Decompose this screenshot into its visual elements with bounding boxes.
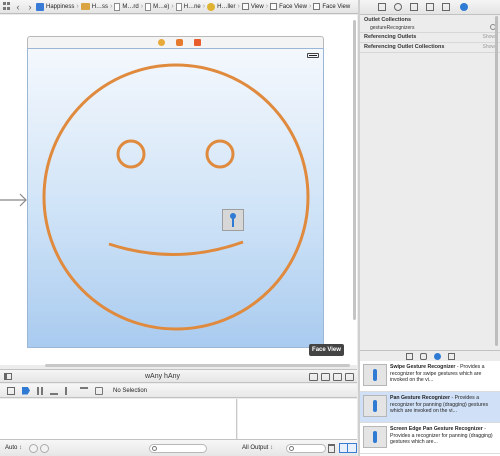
selection-label: No Selection: [113, 387, 148, 394]
crumb-project[interactable]: Happiness ›: [36, 2, 81, 11]
selection-tooltip: Face View: [309, 344, 344, 356]
pause-icon[interactable]: [37, 386, 43, 395]
referencing-outlet-collections-heading: Referencing Outlet Collections: [364, 44, 445, 50]
swipe-gesture-icon: [363, 364, 387, 386]
code-snippet-library-icon[interactable]: [420, 353, 427, 360]
divider: [360, 52, 500, 53]
outlet-collection-item: gestureRecognizers: [370, 25, 415, 31]
library-item-text: Swipe Gesture Recognizer - Provides a re…: [390, 364, 485, 383]
step-out-icon[interactable]: [80, 386, 88, 395]
crumb-view[interactable]: View ›: [241, 3, 270, 10]
mouth: [108, 240, 244, 256]
console-output-select[interactable]: All Output: [242, 445, 273, 451]
canvas-vertical-scrollbar[interactable]: [353, 20, 356, 320]
resizing-behavior-icon[interactable]: [345, 373, 354, 381]
left-eye: [116, 139, 146, 169]
library-item-swipe-gesture[interactable]: Swipe Gesture Recognizer - Provides a re…: [360, 361, 500, 392]
folder-icon: [80, 3, 90, 10]
library-item-screen-edge-pan-gesture[interactable]: Screen Edge Pan Gesture Recognizer - Pro…: [360, 423, 500, 454]
canvas-horizontal-scrollbar[interactable]: [45, 364, 350, 367]
view-hierarchy-icon[interactable]: [95, 386, 103, 395]
screen-edge-pan-gesture-icon: [363, 426, 387, 448]
inspector-selector-bar: [360, 0, 500, 15]
console-filter-field[interactable]: [286, 444, 326, 453]
library-item-text: Screen Edge Pan Gesture Recognizer - Pro…: [390, 426, 493, 445]
document-outline-toggle-icon[interactable]: [4, 373, 12, 380]
storyboard-file-icon: [114, 2, 121, 11]
crumb-controller[interactable]: H…ller ›: [207, 2, 242, 11]
view-icon: [313, 3, 321, 10]
view-icon: [270, 3, 278, 10]
pan-gesture-object-icon[interactable]: [222, 209, 244, 231]
jump-bar: ‹ › Happiness › H…ss › M…rd › M…e) › H…ne › H…: [0, 0, 360, 14]
library-item-pan-gesture[interactable]: Pan Gesture Recognizer - Provides a reco…: [360, 392, 500, 423]
search-icon: [152, 446, 157, 451]
crumb-face-view[interactable]: Face View ›: [270, 3, 313, 10]
forward-arrow-icon[interactable]: ›: [24, 0, 36, 13]
quick-help-icon[interactable]: [394, 3, 402, 11]
show-referencing-collections-button[interactable]: Show: [482, 44, 495, 50]
size-class-control[interactable]: wAny hAny: [145, 373, 180, 380]
outlet-collections-heading: Outlet Collections: [364, 17, 412, 23]
console-bottom-bar: Auto All Output: [0, 439, 357, 456]
media-library-icon[interactable]: [448, 353, 455, 360]
crumb-face-view-selected[interactable]: Face View: [313, 3, 350, 10]
storyboard-file-icon: [145, 2, 152, 11]
smiley-face-drawing: [42, 63, 310, 331]
file-template-library-icon[interactable]: [406, 353, 413, 360]
library-item-text: Pan Gesture Recognizer - Provides a reco…: [390, 395, 489, 414]
inspector-scrollbar[interactable]: [495, 16, 498, 346]
crumb-group[interactable]: H…ss ›: [80, 3, 115, 10]
pan-gesture-icon: [363, 395, 387, 417]
variables-filter-field[interactable]: [149, 444, 207, 453]
align-icon[interactable]: [309, 373, 318, 381]
debug-bar: No Selection: [0, 384, 357, 398]
view-controller-icon: [207, 2, 216, 11]
exit-icon[interactable]: [194, 39, 201, 46]
connections-inspector: Outlet Collections gestureRecognizers Re…: [360, 15, 500, 350]
connections-inspector-icon[interactable]: [460, 3, 468, 11]
view-controller-icon[interactable]: [158, 39, 165, 46]
size-inspector-icon[interactable]: [442, 3, 450, 11]
divider: [360, 42, 500, 43]
related-items-icon[interactable]: [3, 2, 12, 11]
back-arrow-icon[interactable]: ‹: [12, 0, 24, 13]
scene-icon: [175, 2, 182, 11]
pin-icon[interactable]: [321, 373, 330, 381]
crumb-storyboard-base[interactable]: M…e) ›: [145, 2, 176, 11]
right-eye: [205, 139, 235, 169]
show-console-view-icon[interactable]: [347, 443, 357, 453]
file-inspector-icon[interactable]: [378, 3, 386, 11]
project-icon: [36, 2, 44, 11]
canvas-bottom-bar: wAny hAny: [0, 369, 357, 383]
breakpoints-icon[interactable]: [22, 386, 30, 395]
identity-inspector-icon[interactable]: [410, 3, 418, 11]
view-icon: [241, 3, 249, 10]
show-referencing-outlets-button[interactable]: Show: [482, 34, 495, 40]
step-into-icon[interactable]: [65, 386, 73, 395]
console-view[interactable]: [238, 399, 357, 439]
variables-scope-select[interactable]: Auto: [5, 445, 22, 451]
crumb-scene[interactable]: H…ne ›: [175, 2, 207, 11]
search-icon: [289, 446, 294, 451]
step-over-icon[interactable]: [50, 387, 58, 395]
initial-scene-arrow-icon: [0, 193, 27, 207]
library-selector-bar: [360, 350, 500, 361]
scene-dock: [27, 36, 324, 48]
print-description-icon[interactable]: [40, 444, 49, 453]
first-responder-icon[interactable]: [176, 39, 183, 46]
trash-icon[interactable]: [328, 444, 335, 453]
referencing-outlets-heading: Referencing Outlets: [364, 34, 417, 40]
hide-debug-area-icon[interactable]: [7, 386, 15, 395]
quick-look-icon[interactable]: [29, 444, 38, 453]
divider: [360, 32, 500, 33]
variables-view[interactable]: [0, 399, 237, 439]
object-library-icon[interactable]: [434, 353, 441, 360]
attributes-inspector-icon[interactable]: [426, 3, 434, 11]
object-library-list[interactable]: Swipe Gesture Recognizer - Provides a re…: [360, 361, 500, 456]
resolve-issues-icon[interactable]: [333, 373, 342, 381]
crumb-storyboard[interactable]: M…rd ›: [114, 2, 145, 11]
face-circle: [42, 63, 310, 331]
